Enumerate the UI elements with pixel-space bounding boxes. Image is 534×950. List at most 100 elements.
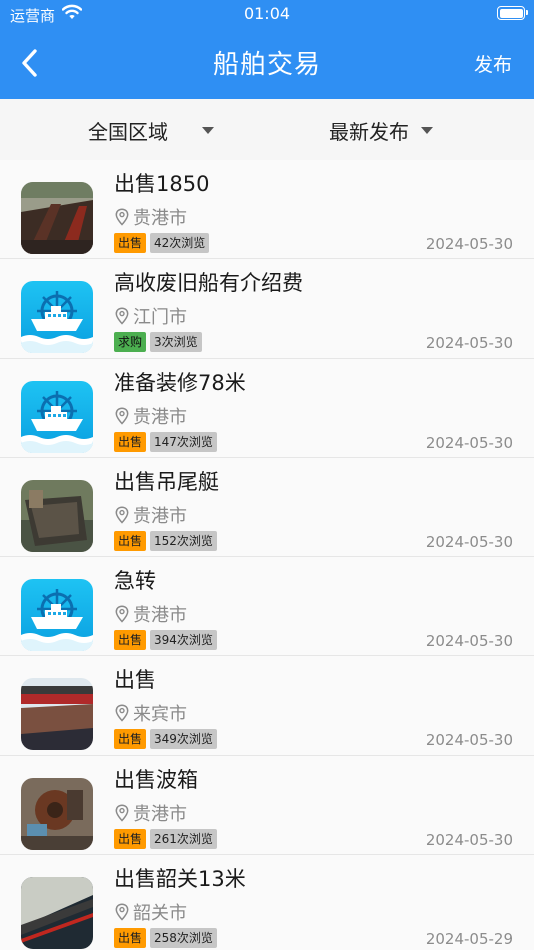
ship-logo-image [21,281,93,354]
listing-thumbnail [21,579,93,652]
listing-views-badge: 3次浏览 [150,332,202,353]
listing-location: 江门市 [115,303,187,329]
location-pin-icon [115,307,129,325]
location-pin-icon [115,208,129,226]
listing-type-badge: 出售 [114,530,147,551]
location-pin-icon [115,506,129,524]
listing-location-text: 贵港市 [133,406,187,428]
listing-title: 出售1850 [114,172,210,196]
listing-tags: 求购 3次浏览 [114,332,206,353]
listing-type-badge: 出售 [114,729,147,750]
listing-views-badge: 349次浏览 [150,729,217,750]
listing-date: 2024-05-29 [425,930,513,949]
page-title: 船舶交易 [212,50,321,80]
listing-item[interactable]: 急转 贵港市 出售 394次浏览 2024-05-30 [0,557,534,657]
listing-location-text: 贵港市 [133,803,187,825]
listing-tags: 出售 42次浏览 [114,233,213,253]
listing-location: 贵港市 [115,800,187,826]
listing-tags: 出售 147次浏览 [114,431,221,452]
listing-views-badge: 147次浏览 [150,431,217,452]
listing-thumbnail [21,479,93,552]
listing-title: 出售韶关13米 [114,867,246,892]
listing-title: 出售波箱 [114,767,198,792]
listing-title: 急转 [114,569,156,594]
listing-item[interactable]: 出售吊尾艇 贵港市 出售 152次浏览 2024-05-30 [0,457,534,558]
listing-thumbnail [21,182,93,254]
listing-location: 来宾市 [115,700,187,726]
status-time: 01:04 [243,4,291,23]
listing-date: 2024-05-30 [425,433,513,452]
listing-thumbnail [21,877,93,950]
ship-logo-image [21,579,93,652]
region-filter-dropdown[interactable]: 全国区域 [88,116,214,145]
listing-views-badge: 42次浏览 [150,233,210,253]
top-header: 运营商 01:04 船舶交易 发布 [0,0,534,99]
listing-type-badge: 出售 [114,431,147,452]
listing-thumbnail [21,380,93,453]
listing-views-badge: 394次浏览 [150,630,217,651]
listing-photo-image [21,877,93,950]
publish-button[interactable]: 发布 [474,50,512,77]
ship-logo-image [21,380,93,453]
listing-thumbnail [21,678,93,751]
filter-bar: 全国区域 最新发布 [0,99,534,160]
listing-location: 贵港市 [115,601,187,627]
listing-views-badge: 258次浏览 [150,928,217,949]
listing-thumbnail [21,777,93,850]
listing-photo-image [21,182,93,254]
battery-icon [497,6,528,20]
region-filter-label: 全国区域 [88,120,168,144]
listing-type-badge: 出售 [114,630,147,651]
listing-title: 出售吊尾艇 [114,469,219,494]
listing-type-badge: 出售 [114,928,147,949]
listing-location: 韶关市 [115,899,187,925]
listing-location: 贵港市 [115,204,187,230]
listing-item[interactable]: 出售韶关13米 韶关市 出售 258次浏览 2024-05-29 [0,855,534,950]
listing-date: 2024-05-30 [425,334,513,353]
listing-photo-image [21,479,93,552]
listing-thumbnail [21,281,93,354]
listing-item[interactable]: 出售1850 贵港市 出售 42次浏览 2024-05-30 [0,160,534,260]
listing-date: 2024-05-30 [425,731,513,750]
listing-location-text: 贵港市 [133,605,187,627]
listing-item[interactable]: 出售波箱 贵港市 出售 261次浏览 2024-05-30 [0,755,534,856]
listing-date: 2024-05-30 [425,532,513,551]
location-pin-icon [115,605,129,623]
listing-location: 贵港市 [115,403,187,429]
listing-views-badge: 152次浏览 [150,530,217,551]
listing-date: 2024-05-30 [425,632,513,651]
listing-tags: 出售 349次浏览 [114,729,221,750]
listing-date: 2024-05-30 [425,830,513,849]
listing-date: 2024-05-30 [425,235,513,253]
triangle-down-icon [421,127,433,134]
listing-photo-image [21,777,93,850]
listing-location-text: 韶关市 [133,903,187,925]
listing-item[interactable]: 出售 来宾市 出售 349次浏览 2024-05-30 [0,656,534,756]
location-pin-icon [115,704,129,723]
listing-type-badge: 求购 [114,332,147,353]
listing-type-badge: 出售 [114,828,147,849]
listing-title: 高收废旧船有介绍费 [114,271,303,296]
sort-filter-label: 最新发布 [329,120,409,144]
location-pin-icon [115,804,129,822]
listing-tags: 出售 152次浏览 [114,530,221,551]
listing-location-text: 贵港市 [133,208,187,229]
location-pin-icon [115,407,129,425]
listing-item[interactable]: 准备装修78米 贵港市 出售 147次浏览 2024-05-30 [0,358,534,458]
listing-list: 出售1850 贵港市 出售 42次浏览 2024-05-30 高收废旧船有介绍费… [0,160,534,950]
listing-title: 出售 [114,668,156,693]
listing-views-badge: 261次浏览 [150,828,217,849]
listing-location-text: 江门市 [133,307,187,329]
listing-location-text: 贵港市 [133,505,187,527]
listing-location: 贵港市 [115,502,187,528]
triangle-down-icon [202,127,214,134]
listing-photo-image [21,678,93,751]
listing-tags: 出售 258次浏览 [114,928,221,949]
status-bar: 运营商 01:04 [0,0,534,30]
listing-location-text: 来宾市 [133,704,187,726]
listing-item[interactable]: 高收废旧船有介绍费 江门市 求购 3次浏览 2024-05-30 [0,259,534,359]
listing-type-badge: 出售 [114,233,147,253]
listing-tags: 出售 261次浏览 [114,828,221,849]
listing-tags: 出售 394次浏览 [114,630,221,651]
sort-filter-dropdown[interactable]: 最新发布 [329,116,433,145]
